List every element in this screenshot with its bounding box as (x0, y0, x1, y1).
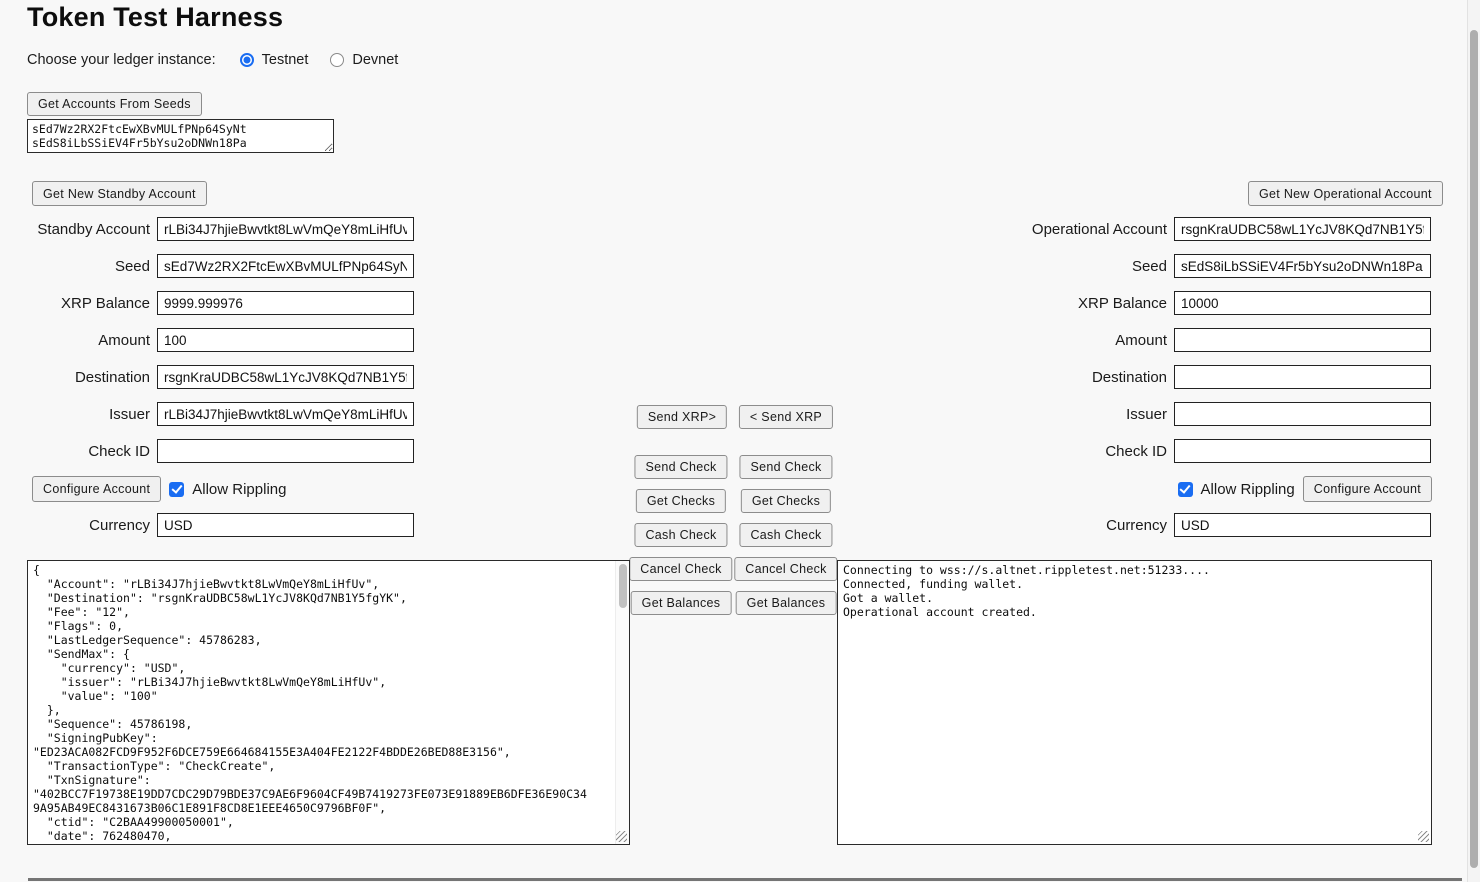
operational-seed-row: Seed (1000, 254, 1432, 278)
radio-option-devnet[interactable]: Devnet (330, 52, 398, 68)
standby-cash-check-button[interactable]: Cash Check (634, 523, 727, 547)
operational-log-resize-handle[interactable] (1418, 831, 1429, 842)
operational-currency-label: Currency (1000, 517, 1172, 534)
testnet-radio-label: Testnet (262, 52, 309, 68)
standby-issuer-input[interactable] (157, 402, 414, 426)
operational-get-checks-button[interactable]: Get Checks (741, 489, 831, 513)
operational-issuer-input[interactable] (1174, 402, 1431, 426)
standby-allow-rippling-label: Allow Rippling (192, 481, 286, 498)
operational-seed-label: Seed (1000, 258, 1172, 275)
standby-check-id-label: Check ID (0, 443, 155, 460)
operational-get-balances-button[interactable]: Get Balances (736, 591, 837, 615)
operational-configure-account-button[interactable]: Configure Account (1303, 476, 1432, 502)
operational-allow-rippling-checkbox[interactable] (1178, 482, 1193, 497)
standby-send-check-button[interactable]: Send Check (634, 455, 727, 479)
standby-configure-account-button[interactable]: Configure Account (32, 476, 161, 502)
standby-check-id-row: Check ID (0, 439, 414, 463)
operational-cash-check-button[interactable]: Cash Check (739, 523, 832, 547)
standby-currency-input[interactable] (157, 513, 414, 537)
operational-log-textarea[interactable]: Connecting to wss://s.altnet.rippletest.… (837, 560, 1432, 845)
standby-get-checks-button[interactable]: Get Checks (636, 489, 726, 513)
standby-seed-input[interactable] (157, 254, 414, 278)
next-section-top-border (28, 878, 1462, 881)
operational-allow-rippling-label: Allow Rippling (1201, 481, 1295, 498)
operational-amount-label: Amount (1000, 332, 1172, 349)
operational-currency-input[interactable] (1174, 513, 1431, 537)
standby-account-input[interactable] (157, 217, 414, 241)
standby-xrp-balance-row: XRP Balance (0, 291, 414, 315)
standby-destination-label: Destination (0, 369, 155, 386)
standby-currency-label: Currency (0, 517, 155, 534)
seeds-textarea[interactable]: sEd7Wz2RX2FtcEwXBvMULfPNp64SyNt sEdS8iLb… (27, 119, 334, 153)
devnet-radio-label: Devnet (352, 52, 398, 68)
standby-seed-row: Seed (0, 254, 414, 278)
operational-destination-row: Destination (1000, 365, 1432, 389)
standby-cancel-check-button[interactable]: Cancel Check (629, 557, 732, 581)
ledger-instance-row: Choose your ledger instance: Testnet Dev… (27, 52, 398, 68)
get-accounts-from-seeds-button[interactable]: Get Accounts From Seeds (27, 92, 202, 116)
get-new-standby-account-button[interactable]: Get New Standby Account (32, 181, 207, 206)
standby-account-label: Standby Account (0, 221, 155, 238)
standby-account-row: Standby Account (0, 217, 414, 241)
page-scrollbar-thumb[interactable] (1470, 30, 1478, 868)
operational-destination-label: Destination (1000, 369, 1172, 386)
standby-configure-row: Configure Account Allow Rippling (0, 476, 414, 502)
page-scrollbar[interactable] (1467, 0, 1480, 882)
standby-xrp-balance-label: XRP Balance (0, 295, 155, 312)
operational-form: Operational Account Seed XRP Balance Amo… (1000, 217, 1432, 550)
standby-check-id-input[interactable] (157, 439, 414, 463)
operational-issuer-label: Issuer (1000, 406, 1172, 423)
standby-amount-label: Amount (0, 332, 155, 349)
standby-send-xrp-button[interactable]: Send XRP> (637, 405, 727, 429)
radio-option-testnet[interactable]: Testnet (240, 52, 309, 68)
standby-result-textarea[interactable]: { "Account": "rLBi34J7hjieBwvtkt8LwVmQeY… (27, 560, 630, 845)
operational-xrp-balance-input[interactable] (1174, 291, 1431, 315)
operational-check-id-row: Check ID (1000, 439, 1432, 463)
standby-destination-row: Destination (0, 365, 414, 389)
operational-send-xrp-button[interactable]: < Send XRP (739, 405, 833, 429)
standby-amount-row: Amount (0, 328, 414, 352)
operational-account-row: Operational Account (1000, 217, 1432, 241)
operational-check-id-input[interactable] (1174, 439, 1431, 463)
token-test-harness-page: Token Test Harness Choose your ledger in… (0, 0, 1480, 882)
standby-amount-input[interactable] (157, 328, 414, 352)
operational-currency-row: Currency (1000, 513, 1432, 537)
operational-xrp-balance-label: XRP Balance (1000, 295, 1172, 312)
operational-amount-input[interactable] (1174, 328, 1431, 352)
operational-seed-input[interactable] (1174, 254, 1431, 278)
operational-configure-row: Allow Rippling Configure Account (1000, 476, 1432, 502)
standby-seed-label: Seed (0, 258, 155, 275)
standby-form: Standby Account Seed XRP Balance Amount … (0, 217, 414, 550)
standby-xrp-balance-input[interactable] (157, 291, 414, 315)
standby-issuer-label: Issuer (0, 406, 155, 423)
operational-cancel-check-button[interactable]: Cancel Check (734, 557, 837, 581)
devnet-radio-icon[interactable] (330, 53, 344, 67)
standby-result-resize-handle[interactable] (616, 831, 627, 842)
operational-account-label: Operational Account (1000, 221, 1172, 238)
operational-issuer-row: Issuer (1000, 402, 1432, 426)
standby-destination-input[interactable] (157, 365, 414, 389)
page-title: Token Test Harness (27, 2, 283, 33)
ledger-instance-label: Choose your ledger instance: (27, 52, 216, 68)
standby-result-scrollbar-thumb[interactable] (619, 564, 627, 608)
operational-check-id-label: Check ID (1000, 443, 1172, 460)
operational-xrp-balance-row: XRP Balance (1000, 291, 1432, 315)
standby-allow-rippling-checkbox[interactable] (169, 482, 184, 497)
operational-account-input[interactable] (1174, 217, 1431, 241)
operational-destination-input[interactable] (1174, 365, 1431, 389)
get-new-operational-account-button[interactable]: Get New Operational Account (1248, 181, 1443, 206)
standby-currency-row: Currency (0, 513, 414, 537)
standby-get-balances-button[interactable]: Get Balances (631, 591, 732, 615)
operational-send-check-button[interactable]: Send Check (739, 455, 832, 479)
standby-result-scrollbar[interactable] (615, 561, 629, 844)
standby-issuer-row: Issuer (0, 402, 414, 426)
operational-amount-row: Amount (1000, 328, 1432, 352)
testnet-radio-icon[interactable] (240, 53, 254, 67)
